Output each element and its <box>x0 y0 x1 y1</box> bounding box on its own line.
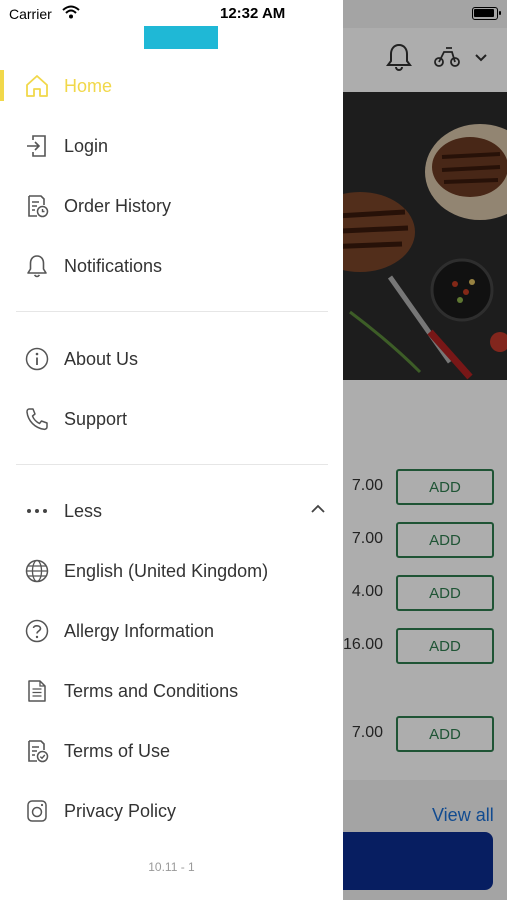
menu-item-about-us[interactable]: About Us <box>0 334 343 384</box>
menu-item-label: Home <box>64 75 113 96</box>
menu-item-label: Less <box>64 500 103 521</box>
login-icon <box>24 133 50 159</box>
menu-item-order-history[interactable]: Order History <box>0 181 343 231</box>
menu-item-less-toggle[interactable]: Less <box>0 486 343 536</box>
home-icon <box>24 73 50 99</box>
menu-item-label: Order History <box>64 195 172 216</box>
menu-divider <box>16 311 328 312</box>
menu-item-terms-and-conditions[interactable]: Terms and Conditions <box>0 666 343 716</box>
menu-item-notifications[interactable]: Notifications <box>0 241 343 291</box>
bell-icon <box>24 253 50 279</box>
menu-item-label: Terms and Conditions <box>64 680 239 701</box>
app-version: 10.11 - 1 <box>148 860 195 874</box>
menu-item-privacy-policy[interactable]: Privacy Policy <box>0 786 343 836</box>
menu-item-language[interactable]: English (United Kingdom) <box>0 546 343 596</box>
menu-item-terms-of-use[interactable]: Terms of Use <box>0 726 343 776</box>
document-icon <box>24 678 50 704</box>
globe-icon <box>24 558 50 584</box>
menu-item-label: Terms of Use <box>64 740 171 761</box>
menu-item-label: English (United Kingdom) <box>64 560 269 581</box>
menu-item-label: Privacy Policy <box>64 800 177 821</box>
phone-icon <box>24 406 50 432</box>
status-bar: Carrier 12:32 AM <box>0 0 507 28</box>
order-history-icon <box>24 193 50 219</box>
menu-divider <box>16 464 328 465</box>
battery-icon <box>472 7 501 20</box>
menu-item-allergy-information[interactable]: Allergy Information <box>0 606 343 656</box>
side-drawer: Home Login Order History Notifications A… <box>0 0 343 900</box>
menu-item-label: About Us <box>64 348 139 369</box>
menu-item-label: Allergy Information <box>64 620 215 641</box>
menu-item-label: Login <box>64 135 109 156</box>
menu-item-home[interactable]: Home <box>0 61 343 111</box>
document-check-icon <box>24 738 50 764</box>
chevron-up-icon <box>310 502 326 520</box>
info-icon <box>24 346 50 372</box>
menu-item-support[interactable]: Support <box>0 394 343 444</box>
carrier-label: Carrier <box>9 6 52 22</box>
more-dots-icon <box>24 498 50 524</box>
brand-logo <box>144 26 218 49</box>
menu-item-label: Support <box>64 408 128 429</box>
privacy-icon <box>24 798 50 824</box>
question-icon <box>24 618 50 644</box>
status-time: 12:32 AM <box>220 5 286 22</box>
menu-item-login[interactable]: Login <box>0 121 343 171</box>
menu-item-label: Notifications <box>64 255 163 276</box>
wifi-icon <box>62 5 80 24</box>
